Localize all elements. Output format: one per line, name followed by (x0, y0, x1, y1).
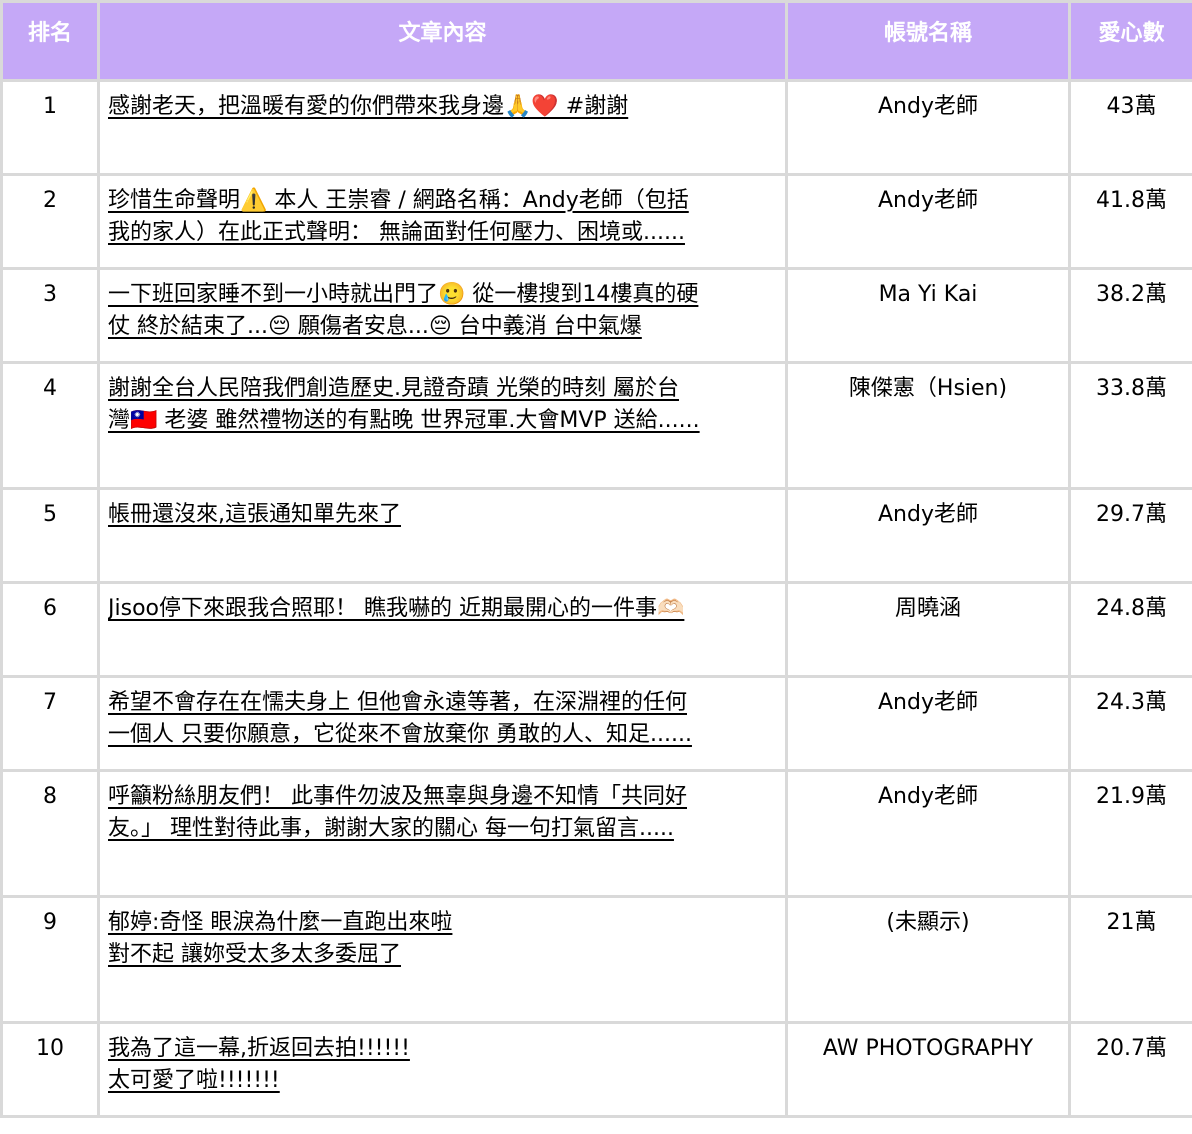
post-link-line[interactable]: 一下班回家睡不到一小時就出門了🥲 從一樓搜到14樓真的硬 (108, 279, 779, 311)
content-cell[interactable]: 謝謝全台人民陪我們創造歷史.見證奇蹟 光榮的時刻 屬於台 灣🇹🇼 老婆 雖然禮物… (97, 361, 788, 490)
table-row: 2 珍惜生命聲明⚠️ 本人 王崇睿 / 網路名稱：Andy老師（包括 我的家人）… (0, 173, 1192, 270)
account-cell: Andy老師 (785, 675, 1071, 772)
content-cell[interactable]: 郁婷:奇怪 眼淚為什麼一直跑出來啦 對不起 讓妳受太多太多委屈了 (97, 895, 788, 1024)
likes-cell: 21萬 (1068, 895, 1192, 1024)
post-link-line[interactable]: 仗 終於結束了...😔 願傷者安息...😔 台中義消 台中氣爆 (108, 311, 779, 343)
post-link-line[interactable]: Jisoo停下來跟我合照耶！ 瞧我嚇的 近期最開心的一件事🫶🏻 (108, 593, 779, 625)
account-cell: Andy老師 (785, 487, 1071, 584)
rank-cell: 5 (0, 487, 100, 584)
post-link-line[interactable]: 太可愛了啦!!!!!!! (108, 1065, 779, 1097)
post-link-line[interactable]: 灣🇹🇼 老婆 雖然禮物送的有點晚 世界冠軍.大會MVP 送給...... (108, 405, 779, 437)
post-link-line[interactable]: 我為了這一幕,折返回去拍!!!!!! (108, 1033, 779, 1065)
rank-cell: 6 (0, 581, 100, 678)
account-cell: Andy老師 (785, 769, 1071, 898)
likes-cell: 38.2萬 (1068, 267, 1192, 364)
header-account: 帳號名稱 (785, 0, 1071, 82)
ranking-table: 排名 文章內容 帳號名稱 愛心數 1 感謝老天，把溫暖有愛的你們帶來我身邊🙏❤️… (0, 0, 1192, 1118)
likes-cell: 21.9萬 (1068, 769, 1192, 898)
account-cell: Ma Yi Kai (785, 267, 1071, 364)
table-row: 7 希望不會存在在懦夫身上 但他會永遠等著，在深淵裡的任何 一個人 只要你願意，… (0, 675, 1192, 772)
content-cell[interactable]: 帳冊還沒來,這張通知單先來了 (97, 487, 788, 584)
post-link-line[interactable]: 我的家人）在此正式聲明： 無論面對任何壓力、困境或...... (108, 217, 779, 249)
content-cell[interactable]: 呼籲粉絲朋友們！ 此事件勿波及無辜與身邊不知情「共同好 友。」 理性對待此事，謝… (97, 769, 788, 898)
table-row: 8 呼籲粉絲朋友們！ 此事件勿波及無辜與身邊不知情「共同好 友。」 理性對待此事… (0, 769, 1192, 898)
post-link-line[interactable]: 郁婷:奇怪 眼淚為什麼一直跑出來啦 (108, 907, 779, 939)
rank-cell: 1 (0, 79, 100, 176)
post-link-line[interactable]: 帳冊還沒來,這張通知單先來了 (108, 499, 779, 531)
ranking-table-container: 排名 文章內容 帳號名稱 愛心數 1 感謝老天，把溫暖有愛的你們帶來我身邊🙏❤️… (0, 0, 1192, 1134)
rank-cell: 3 (0, 267, 100, 364)
rank-cell: 8 (0, 769, 100, 898)
header-likes: 愛心數 (1068, 0, 1192, 82)
account-cell: (未顯示) (785, 895, 1071, 1024)
post-link-line[interactable]: 呼籲粉絲朋友們！ 此事件勿波及無辜與身邊不知情「共同好 (108, 781, 779, 813)
post-link-line[interactable]: 珍惜生命聲明⚠️ 本人 王崇睿 / 網路名稱：Andy老師（包括 (108, 185, 779, 217)
post-link-line[interactable]: 希望不會存在在懦夫身上 但他會永遠等著，在深淵裡的任何 (108, 687, 779, 719)
account-cell: AW PHOTOGRAPHY (785, 1021, 1071, 1118)
account-cell: 陳傑憲（Hsien) (785, 361, 1071, 490)
table-row: 6 Jisoo停下來跟我合照耶！ 瞧我嚇的 近期最開心的一件事🫶🏻 周曉涵 24… (0, 581, 1192, 678)
rank-cell: 7 (0, 675, 100, 772)
likes-cell: 24.3萬 (1068, 675, 1192, 772)
post-link-line[interactable]: 一個人 只要你願意，它從來不會放棄你 勇敢的人、知足...... (108, 719, 779, 751)
table-row: 3 一下班回家睡不到一小時就出門了🥲 從一樓搜到14樓真的硬 仗 終於結束了..… (0, 267, 1192, 364)
account-cell: Andy老師 (785, 79, 1071, 176)
rank-cell: 10 (0, 1021, 100, 1118)
table-row: 9 郁婷:奇怪 眼淚為什麼一直跑出來啦 對不起 讓妳受太多太多委屈了 (未顯示)… (0, 895, 1192, 1024)
likes-cell: 29.7萬 (1068, 487, 1192, 584)
content-cell[interactable]: 希望不會存在在懦夫身上 但他會永遠等著，在深淵裡的任何 一個人 只要你願意，它從… (97, 675, 788, 772)
likes-cell: 33.8萬 (1068, 361, 1192, 490)
likes-cell: 24.8萬 (1068, 581, 1192, 678)
table-row: 10 我為了這一幕,折返回去拍!!!!!! 太可愛了啦!!!!!!! AW PH… (0, 1021, 1192, 1118)
content-cell[interactable]: 一下班回家睡不到一小時就出門了🥲 從一樓搜到14樓真的硬 仗 終於結束了...😔… (97, 267, 788, 364)
post-link-line[interactable]: 感謝老天，把溫暖有愛的你們帶來我身邊🙏❤️ #謝謝 (108, 91, 779, 123)
table-header-row: 排名 文章內容 帳號名稱 愛心數 (0, 0, 1192, 82)
rank-cell: 2 (0, 173, 100, 270)
content-cell[interactable]: 我為了這一幕,折返回去拍!!!!!! 太可愛了啦!!!!!!! (97, 1021, 788, 1118)
content-cell[interactable]: 感謝老天，把溫暖有愛的你們帶來我身邊🙏❤️ #謝謝 (97, 79, 788, 176)
rank-cell: 4 (0, 361, 100, 490)
header-content: 文章內容 (97, 0, 788, 82)
table-row: 1 感謝老天，把溫暖有愛的你們帶來我身邊🙏❤️ #謝謝 Andy老師 43萬 (0, 79, 1192, 176)
account-cell: 周曉涵 (785, 581, 1071, 678)
account-cell: Andy老師 (785, 173, 1071, 270)
likes-cell: 20.7萬 (1068, 1021, 1192, 1118)
content-cell[interactable]: Jisoo停下來跟我合照耶！ 瞧我嚇的 近期最開心的一件事🫶🏻 (97, 581, 788, 678)
table-row: 5 帳冊還沒來,這張通知單先來了 Andy老師 29.7萬 (0, 487, 1192, 584)
likes-cell: 43萬 (1068, 79, 1192, 176)
post-link-line[interactable]: 友。」 理性對待此事，謝謝大家的關心 每一句打氣留言..... (108, 813, 779, 845)
table-row: 4 謝謝全台人民陪我們創造歷史.見證奇蹟 光榮的時刻 屬於台 灣🇹🇼 老婆 雖然… (0, 361, 1192, 490)
post-link-line[interactable]: 謝謝全台人民陪我們創造歷史.見證奇蹟 光榮的時刻 屬於台 (108, 373, 779, 405)
header-rank: 排名 (0, 0, 100, 82)
rank-cell: 9 (0, 895, 100, 1024)
post-link-line[interactable]: 對不起 讓妳受太多太多委屈了 (108, 939, 779, 971)
content-cell[interactable]: 珍惜生命聲明⚠️ 本人 王崇睿 / 網路名稱：Andy老師（包括 我的家人）在此… (97, 173, 788, 270)
likes-cell: 41.8萬 (1068, 173, 1192, 270)
